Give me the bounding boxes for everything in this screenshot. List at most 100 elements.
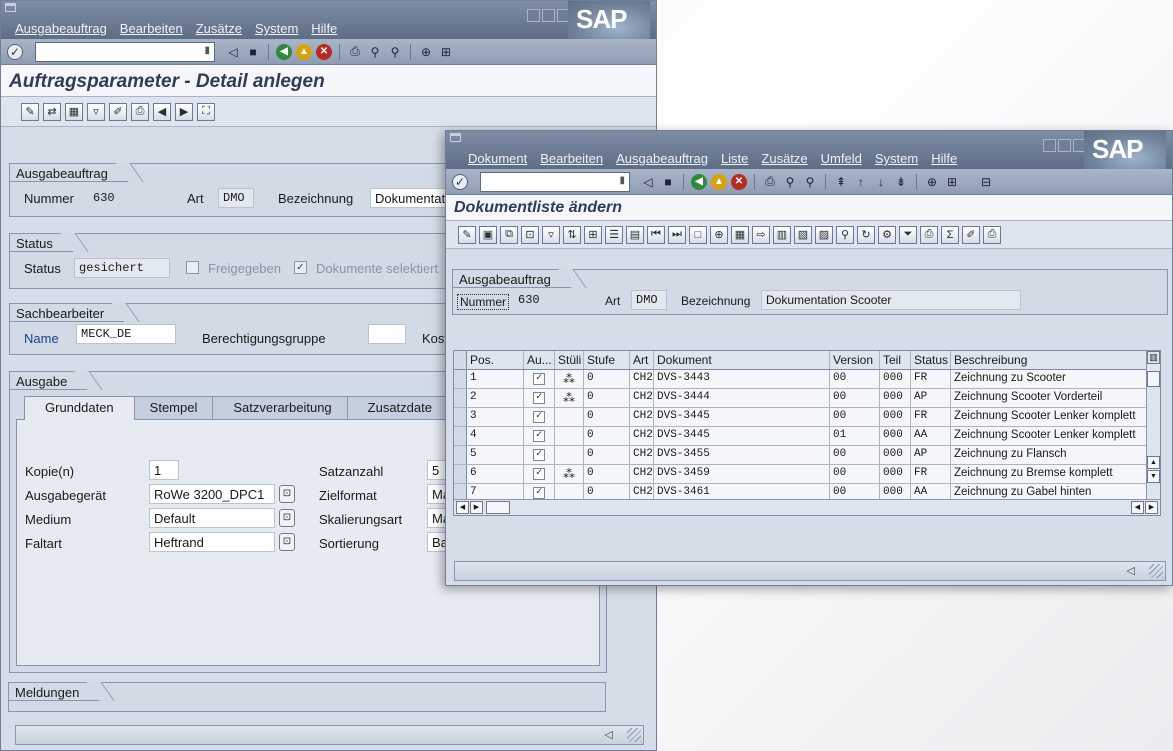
enter-icon[interactable]: ✓: [452, 173, 468, 190]
au-checkbox[interactable]: ✓: [533, 468, 545, 480]
command-field[interactable]: [480, 171, 630, 192]
bom-icon[interactable]: ⊞: [584, 225, 602, 244]
cell-art[interactable]: CH2: [630, 465, 654, 483]
select-icon[interactable]: ⊡: [521, 225, 539, 244]
status-triangle-icon[interactable]: ◁: [605, 728, 613, 741]
cell-version[interactable]: 00: [830, 370, 880, 388]
scroll-thumb[interactable]: [1147, 371, 1160, 387]
cell-version[interactable]: 00: [830, 389, 880, 407]
cell-teil[interactable]: 000: [880, 465, 911, 483]
row-selector[interactable]: [454, 389, 467, 407]
next-icon[interactable]: ▶: [175, 102, 193, 121]
cancel-icon[interactable]: ✕: [731, 173, 747, 190]
row-selector[interactable]: [454, 408, 467, 426]
name-field[interactable]: MECK_DE: [76, 324, 176, 344]
new-session-icon[interactable]: ⊕: [924, 174, 940, 190]
search-icon[interactable]: ⚲: [836, 225, 854, 244]
col-au[interactable]: Au...: [524, 351, 555, 369]
next-page-icon[interactable]: ↓: [873, 174, 889, 190]
art-field[interactable]: DMO: [631, 290, 667, 310]
filter-icon[interactable]: ▿: [87, 102, 105, 121]
menu-system[interactable]: System: [875, 151, 918, 166]
cell-status[interactable]: AA: [911, 427, 951, 445]
shortcut-icon[interactable]: ⊞: [944, 174, 960, 190]
table-row[interactable]: 1 ✓ ⁂ 0 CH2 DVS-3443 00 000 FR Zeichnung zu Scoot…: [454, 370, 1160, 389]
au-checkbox[interactable]: ✓: [533, 430, 545, 442]
cell-pos[interactable]: 2: [467, 389, 524, 407]
cell-art[interactable]: CH2: [630, 408, 654, 426]
minimize-button[interactable]: [527, 9, 540, 22]
maximize-button[interactable]: [542, 9, 555, 22]
tab-zusatzdaten[interactable]: Zusatzdate: [346, 396, 453, 420]
grid-icon[interactable]: ▥: [773, 225, 791, 244]
kopien-field[interactable]: 1: [149, 460, 179, 480]
minimize-button[interactable]: [1043, 139, 1056, 152]
print-icon[interactable]: ⎙: [920, 225, 938, 244]
col-status[interactable]: Status: [911, 351, 951, 369]
dokumente-selektiert-checkbox[interactable]: ✓: [294, 261, 307, 274]
cell-stufe[interactable]: 0: [584, 465, 630, 483]
scroll-left-end-icon[interactable]: ◀: [1131, 501, 1144, 514]
menu-bearbeiten[interactable]: Bearbeiten: [540, 151, 603, 166]
berechtigungsgruppe-field[interactable]: [368, 324, 406, 344]
scroll-right-end-icon[interactable]: ▶: [1145, 501, 1158, 514]
art-field[interactable]: DMO: [218, 188, 254, 208]
settings-icon[interactable]: ⚙: [878, 225, 896, 244]
print-icon[interactable]: ⎙: [347, 44, 363, 60]
cell-stueli[interactable]: [555, 408, 584, 426]
cell-au[interactable]: ✓: [524, 370, 555, 388]
edit-icon[interactable]: ✐: [109, 102, 127, 121]
menu-hilfe[interactable]: Hilfe: [931, 151, 957, 166]
system-menu-icon[interactable]: [450, 133, 461, 142]
scroll-down-icon[interactable]: ▼: [1147, 470, 1160, 483]
cell-pos[interactable]: 1: [467, 370, 524, 388]
sort-icon[interactable]: ⇅: [563, 225, 581, 244]
cell-beschreibung[interactable]: Zeichnung Scooter Lenker komplett: [951, 408, 1155, 426]
export-icon[interactable]: ⇨: [752, 225, 770, 244]
cell-dokument[interactable]: DVS-3459: [654, 465, 830, 483]
save-icon[interactable]: ■: [660, 174, 676, 190]
change-icon[interactable]: ✎: [21, 102, 39, 121]
new-session-icon[interactable]: ⊕: [418, 44, 434, 60]
cell-stueli[interactable]: ⁂: [555, 370, 584, 388]
back-arrow-icon[interactable]: ◁: [640, 174, 656, 190]
cell-stufe[interactable]: 0: [584, 408, 630, 426]
layout-icon[interactable]: ▧: [794, 225, 812, 244]
funnel-icon[interactable]: ⏷: [899, 225, 917, 244]
table-row[interactable]: 6 ✓ ⁂ 0 CH2 DVS-3459 00 000 FR Zeichnung zu Brems…: [454, 465, 1160, 484]
value-help-icon[interactable]: ⊡: [279, 509, 295, 527]
table-row[interactable]: 4 ✓ 0 CH2 DVS-3445 01 000 AA Zeichnung Scooter L…: [454, 427, 1160, 446]
menu-dokument[interactable]: Dokument: [468, 151, 527, 166]
au-checkbox[interactable]: ✓: [533, 449, 545, 461]
table-row[interactable]: 2 ✓ ⁂ 0 CH2 DVS-3444 00 000 AP Zeichnung Scooter …: [454, 389, 1160, 408]
cell-dokument[interactable]: DVS-3445: [654, 427, 830, 445]
last-icon[interactable]: ⏭: [668, 225, 686, 244]
au-checkbox[interactable]: ✓: [533, 411, 545, 423]
previous-page-icon[interactable]: ↑: [853, 174, 869, 190]
cell-version[interactable]: 00: [830, 465, 880, 483]
cell-teil[interactable]: 000: [880, 427, 911, 445]
col-art[interactable]: Art: [630, 351, 654, 369]
menu-system[interactable]: System: [255, 21, 298, 36]
document-icon[interactable]: ▣: [479, 225, 497, 244]
cell-version[interactable]: 00: [830, 446, 880, 464]
details-icon[interactable]: ☰: [605, 225, 623, 244]
cell-version[interactable]: 00: [830, 408, 880, 426]
tab-satzverarbeitung[interactable]: Satzverarbeitung: [212, 396, 353, 420]
cell-stufe[interactable]: 0: [584, 389, 630, 407]
bom-structure-icon[interactable]: ⁂: [563, 468, 575, 482]
copy-icon[interactable]: ⧉: [500, 225, 518, 244]
cell-teil[interactable]: 000: [880, 446, 911, 464]
first-icon[interactable]: ⏮: [647, 225, 665, 244]
table-row[interactable]: 3 ✓ 0 CH2 DVS-3445 00 000 FR Zeichnung Scooter L…: [454, 408, 1160, 427]
horizontal-scrollbar[interactable]: ◀ ▶ ◀ ▶: [454, 499, 1160, 515]
cell-beschreibung[interactable]: Zeichnung zu Scooter: [951, 370, 1155, 388]
nummer-field[interactable]: 630: [513, 290, 593, 310]
cell-teil[interactable]: 000: [880, 370, 911, 388]
save-layout-icon[interactable]: ▨: [815, 225, 833, 244]
first-page-icon[interactable]: ⇞: [833, 174, 849, 190]
table-icon[interactable]: ▦: [731, 225, 749, 244]
tab-stempel[interactable]: Stempel: [128, 396, 219, 420]
scroll-left-icon[interactable]: ◀: [456, 501, 469, 514]
value-help-icon[interactable]: ⊡: [279, 485, 295, 503]
